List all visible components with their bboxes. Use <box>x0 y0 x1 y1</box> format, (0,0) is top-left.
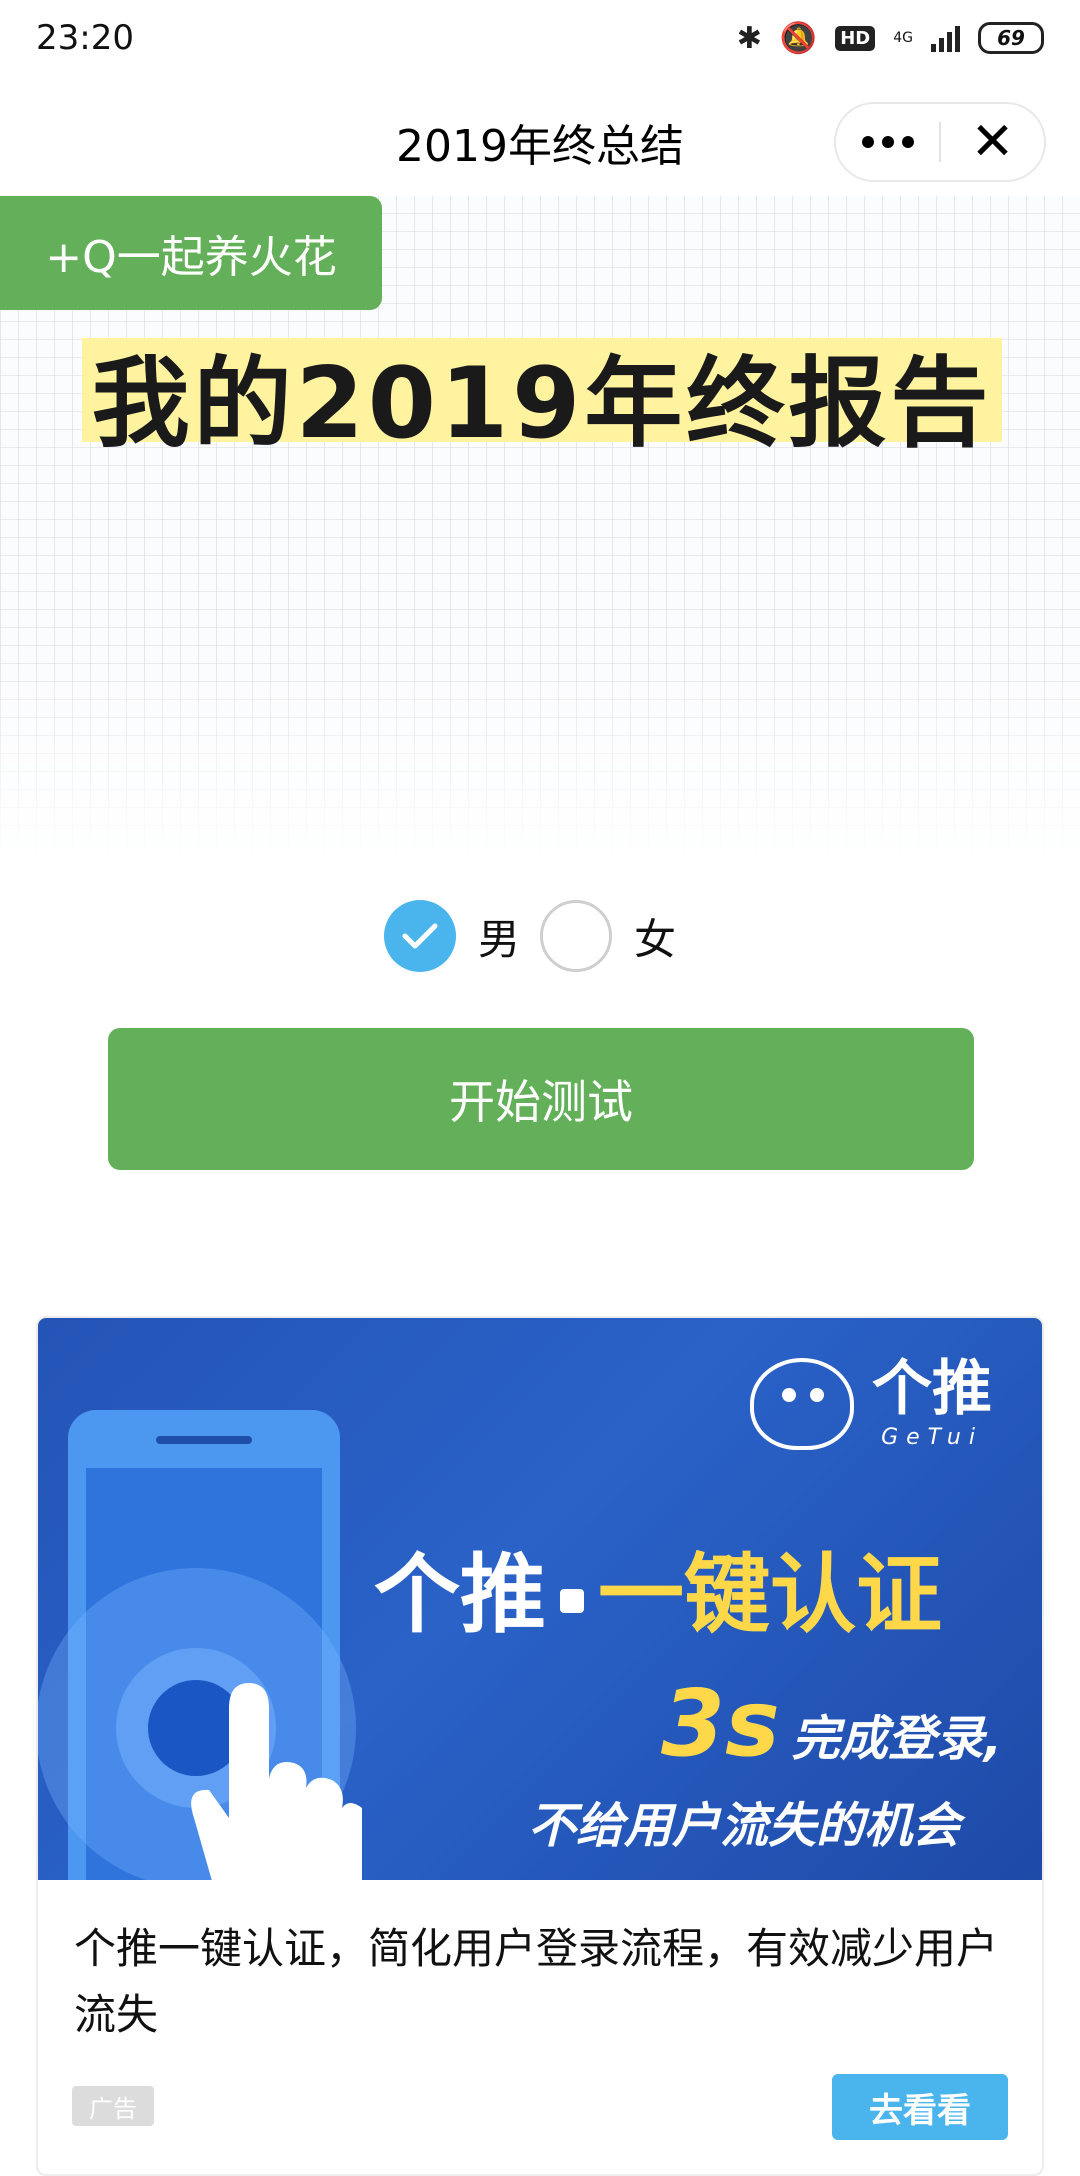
network-type: 4G <box>893 31 913 45</box>
close-icon: ✕ <box>970 112 1015 172</box>
check-icon <box>402 923 438 949</box>
page-title: 2019年终总结 <box>396 121 684 172</box>
ad-card[interactable]: 个推 GeTui 个推 一键认证 3s 完成登录, 不给用户流失的机会 个推一键认证… <box>36 1316 1044 2176</box>
radio-female[interactable] <box>540 900 612 972</box>
ad-subline-1: 3s 完成登录, <box>661 1670 1002 1777</box>
close-button[interactable]: ✕ <box>941 104 1044 180</box>
ad-highlight-3s: 3s <box>660 1670 780 1777</box>
signal-icon <box>931 24 960 52</box>
hero-title: 我的2019年终报告 <box>91 347 993 461</box>
radio-male-label: 男 <box>477 914 520 964</box>
radio-male[interactable] <box>383 900 456 972</box>
network-label: 4G <box>893 30 913 46</box>
ad-description[interactable]: 个推一键认证，简化用户登录流程，有效减少用户流失 <box>74 1916 1014 2048</box>
status-icons: ✱ 🔕 HD 4G 69 <box>737 21 1044 56</box>
more-button[interactable] <box>836 104 939 180</box>
ad-banner-image[interactable]: 个推 GeTui 个推 一键认证 3s 完成登录, 不给用户流失的机会 <box>38 1318 1042 1880</box>
more-dots-icon <box>861 136 914 148</box>
brand-name-en: GeTui <box>881 1424 983 1450</box>
mini-program-capsule: ✕ <box>834 102 1046 182</box>
brand-name-cn: 个推 <box>872 1353 992 1424</box>
status-time: 23:20 <box>36 18 134 58</box>
battery-icon: 69 <box>978 22 1044 54</box>
ad-headline-brand: 个推 <box>374 1545 546 1645</box>
status-bar: 23:20 ✱ 🔕 HD 4G 69 <box>0 0 1080 76</box>
mute-icon: 🔕 <box>779 20 818 56</box>
ad-subline-1-text: 完成登录, <box>791 1711 1002 1767</box>
whale-icon <box>750 1358 854 1450</box>
ad-cta-button[interactable]: 去看看 <box>832 2074 1008 2140</box>
follow-button[interactable]: +Q一起养火花 <box>0 196 382 310</box>
radio-female-label: 女 <box>634 914 677 964</box>
bluetooth-icon: ✱ <box>736 20 762 56</box>
hd-icon: HD <box>835 25 876 51</box>
ad-subline-2: 不给用户流失的机会 <box>527 1798 960 1854</box>
start-test-button[interactable]: 开始测试 <box>108 1028 974 1170</box>
gender-selector: 男 女 <box>0 898 1080 974</box>
battery-level: 69 <box>997 26 1025 50</box>
getui-logo: 个推 GeTui <box>750 1358 992 1450</box>
ad-label-badge: 广告 <box>72 2086 154 2126</box>
hand-pointer-icon <box>191 1683 362 1880</box>
ad-headline: 个推 一键认证 <box>374 1524 942 1649</box>
ad-headline-feature: 一键认证 <box>598 1545 942 1645</box>
nav-bar: 2019年终总结 ✕ <box>0 96 1080 188</box>
